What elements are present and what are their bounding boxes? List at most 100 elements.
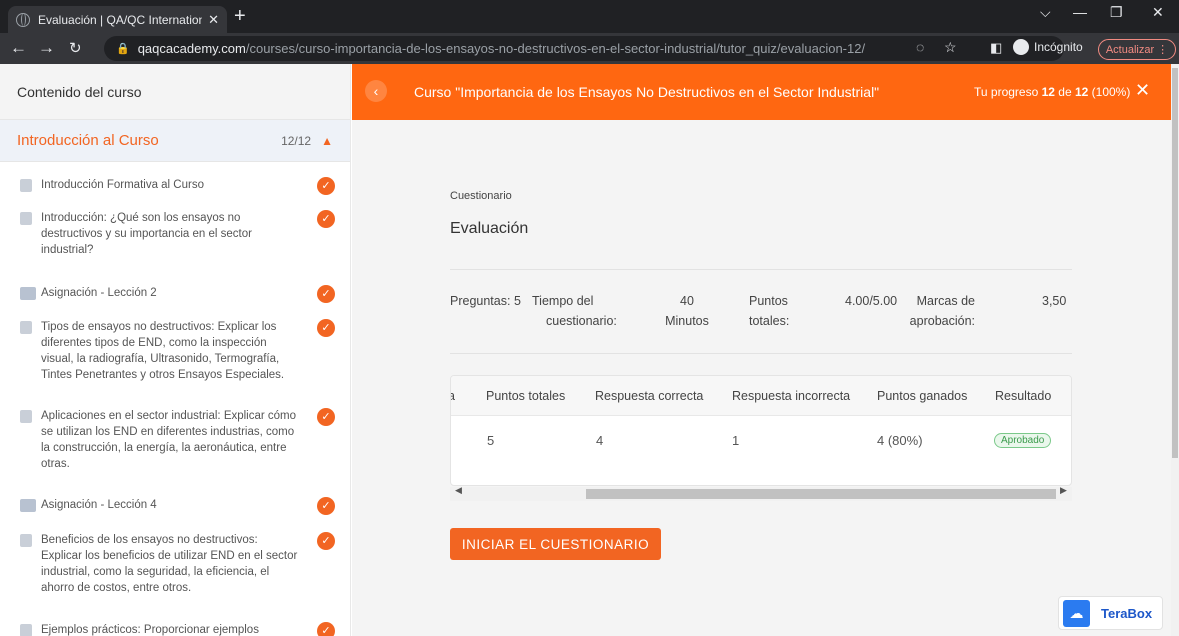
terabox-widget[interactable]: ☁ TeraBox	[1058, 596, 1163, 630]
column-header: Puntos ganados	[877, 389, 968, 403]
check-icon: ✓	[317, 285, 335, 303]
restore-icon[interactable]: ❐	[1110, 4, 1123, 21]
document-icon	[20, 179, 32, 192]
topic-name: Introducción al Curso	[17, 132, 159, 149]
browser-tab-bar: Evaluación | QA/QC International ✕ + ⌵ —…	[0, 0, 1179, 33]
assignment-icon	[20, 499, 36, 512]
document-icon	[20, 212, 32, 225]
divider	[450, 353, 1072, 354]
document-icon	[20, 624, 32, 636]
reload-icon[interactable]: ↻	[69, 39, 82, 57]
check-icon: ✓	[317, 408, 335, 426]
close-tab-icon[interactable]: ✕	[208, 12, 219, 28]
lesson-item[interactable]: Tipos de ensayos no destructivos: Explic…	[0, 319, 350, 383]
back-chevron-icon[interactable]: ‹	[365, 80, 387, 102]
terabox-label: TeraBox	[1101, 605, 1153, 621]
horizontal-scrollbar[interactable]: ◀ ▶	[450, 485, 1072, 501]
check-icon: ✓	[317, 177, 335, 195]
column-header: Respuesta incorrecta	[732, 389, 851, 403]
lesson-item[interactable]: Asignación - Lección 4 ✓	[0, 497, 350, 515]
forward-icon[interactable]: →	[38, 38, 55, 58]
sidebar-header: Contenido del curso	[0, 64, 350, 120]
url-host: qaqcacademy.com	[137, 41, 246, 56]
divider	[450, 269, 1072, 270]
points-value: 4.00/5.00	[845, 294, 898, 308]
scroll-left-icon[interactable]: ◀	[455, 485, 462, 496]
incognito-label: Incógnito	[1034, 40, 1083, 54]
table-cell: 4 (80%)	[877, 433, 923, 448]
column-header: Resultado	[995, 389, 1052, 403]
lesson-title: Introducción Formativa al Curso	[41, 179, 204, 191]
new-tab-button[interactable]: +	[234, 5, 246, 28]
column-header: a	[451, 389, 455, 403]
url-field[interactable]: 🔒 qaqcacademy.com /courses/curso-importa…	[104, 36, 1064, 61]
document-icon	[20, 321, 32, 334]
column-header: Puntos totales	[486, 389, 566, 403]
document-icon	[20, 410, 32, 423]
eye-off-icon[interactable]: ◌	[916, 39, 924, 55]
quiz-title: Evaluación	[450, 220, 529, 237]
table-header: a Puntos totales Respuesta correcta Resp…	[451, 376, 1071, 416]
tab-search-icon[interactable]: ⌵	[1040, 4, 1051, 21]
browser-tab[interactable]: Evaluación | QA/QC International ✕	[8, 6, 227, 33]
status-badge: Aprobado	[994, 433, 1052, 448]
time-value: 40 Minutos	[665, 294, 709, 328]
check-icon: ✓	[317, 319, 335, 337]
check-icon: ✓	[317, 532, 335, 550]
update-label: Actualizar	[1105, 43, 1155, 56]
url-path: /courses/curso-importancia-de-los-ensayo…	[245, 41, 866, 56]
page-scrollbar[interactable]	[1171, 64, 1179, 636]
side-panel-icon[interactable]: ◧	[990, 40, 1002, 56]
lesson-item[interactable]: Aplicaciones en el sector industrial: Ex…	[0, 408, 350, 472]
table-cell: 4	[596, 433, 604, 448]
attempts-table: a Puntos totales Respuesta correcta Resp…	[450, 375, 1072, 486]
lesson-title: Ejemplos prácticos: Proporcionar ejemplo…	[41, 624, 259, 636]
lesson-title: Asignación - Lección 2	[41, 287, 157, 299]
scroll-right-icon[interactable]: ▶	[1060, 485, 1067, 496]
lesson-title: Asignación - Lección 4	[41, 499, 157, 511]
cloud-upload-icon: ☁	[1063, 599, 1090, 627]
close-window-icon[interactable]: ✕	[1152, 4, 1164, 21]
check-icon: ✓	[317, 497, 335, 515]
bookmark-star-icon[interactable]: ☆	[944, 39, 957, 56]
document-icon	[20, 534, 32, 547]
lesson-item[interactable]: Introducción: ¿Qué son los ensayos no de…	[0, 210, 350, 258]
minimize-icon[interactable]: —	[1073, 4, 1087, 20]
table-cell: 5	[487, 433, 495, 448]
lesson-title: Aplicaciones en el sector industrial: Ex…	[41, 410, 297, 470]
lesson-item[interactable]: Beneficios de los ensayos no destructivo…	[0, 532, 350, 596]
topic-count: 12/12	[281, 133, 312, 148]
check-icon: ✓	[317, 210, 335, 228]
progress-text: Tu progreso 12 de 12 (100%)	[974, 85, 1131, 99]
check-icon: ✓	[317, 622, 335, 636]
time-label: Tiempo del cuestionario:	[532, 294, 617, 328]
table-cell: 1	[732, 433, 740, 448]
lesson-item[interactable]: Ejemplos prácticos: Proporcionar ejemplo…	[0, 622, 350, 636]
pass-label: Marcas de aprobación:	[909, 294, 975, 328]
column-header: Respuesta correcta	[595, 389, 704, 403]
lesson-title: Introducción: ¿Qué son los ensayos no de…	[41, 212, 252, 256]
lesson-title: Tipos de ensayos no destructivos: Explic…	[41, 321, 285, 381]
incognito-indicator[interactable]: Incógnito	[1013, 39, 1083, 55]
scrollbar-thumb[interactable]	[1172, 68, 1178, 458]
incognito-icon	[1013, 39, 1029, 55]
address-bar-row: ← → ↻ 🔒 qaqcacademy.com /courses/curso-i…	[0, 33, 1179, 64]
course-header-bar: ‹ Curso "Importancia de los Ensayos No D…	[352, 64, 1171, 120]
course-sidebar: Contenido del curso Introducción al Curs…	[0, 64, 351, 636]
lock-icon: 🔒	[116, 43, 130, 55]
tab-title: Evaluación | QA/QC International	[38, 12, 203, 27]
lesson-item[interactable]: Introducción Formativa al Curso ✓	[0, 177, 350, 195]
lesson-item[interactable]: Asignación - Lección 2 ✓	[0, 285, 350, 303]
scrollbar-thumb[interactable]	[586, 489, 1056, 499]
close-icon[interactable]: ✕	[1135, 80, 1150, 101]
points-label: Puntos totales:	[749, 294, 790, 328]
chevron-up-icon[interactable]: ▲	[321, 134, 333, 148]
course-title: Curso "Importancia de los Ensayos No Des…	[414, 84, 880, 100]
start-quiz-button[interactable]: INICIAR EL CUESTIONARIO	[450, 528, 661, 560]
assignment-icon	[20, 287, 36, 300]
lesson-title: Beneficios de los ensayos no destructivo…	[41, 534, 298, 594]
back-icon[interactable]: ←	[10, 38, 27, 58]
pass-value: 3,50	[1042, 294, 1067, 308]
topic-header[interactable]: Introducción al Curso 12/12 ▲	[0, 120, 350, 162]
update-button[interactable]: Actualizar ⋮	[1098, 39, 1176, 60]
